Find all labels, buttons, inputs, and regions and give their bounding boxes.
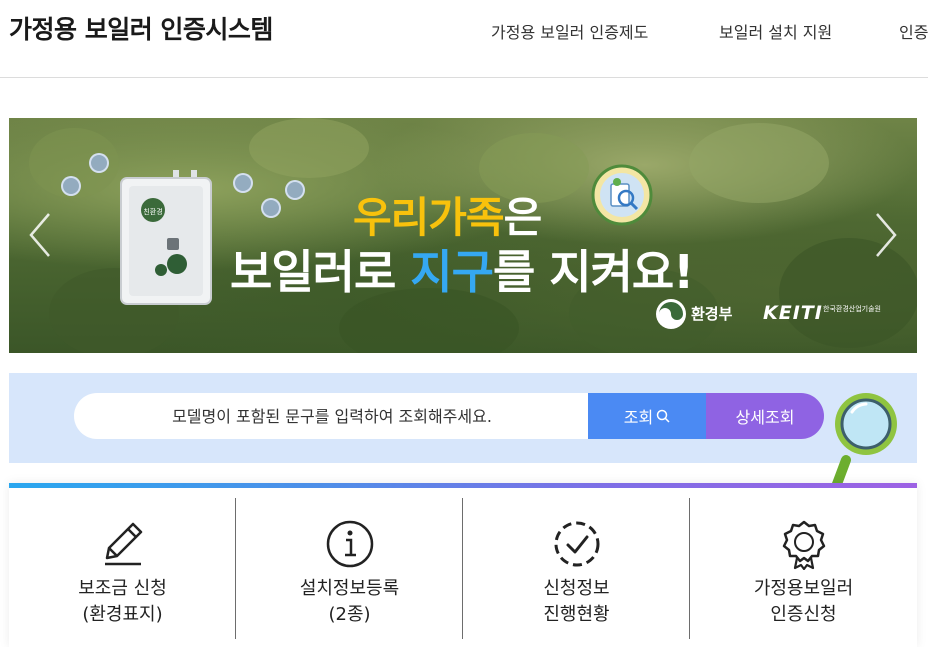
service-label-line2: (2종) <box>328 604 371 625</box>
pencil-icon <box>105 522 143 566</box>
search-button[interactable]: 조회 <box>588 393 706 439</box>
progress-check-icon <box>554 521 600 567</box>
search-box[interactable] <box>74 393 590 439</box>
service-subsidy-application[interactable]: 보조금 신청 (환경표지) <box>9 488 236 647</box>
nav-item-certification-system[interactable]: 가정용 보일러 인증제도 <box>491 19 648 43</box>
nav-item-installation-support[interactable]: 보일러 설치 지원 <box>719 19 832 43</box>
service-label-line1: 가정용보일러 <box>753 578 854 599</box>
ministry-of-environment-logo: 환경부 <box>655 298 732 329</box>
headline-text: 은 <box>503 193 543 242</box>
moe-emblem-icon <box>656 299 686 329</box>
service-label: 설치정보등록 (2종) <box>236 576 463 628</box>
nav-item-certification[interactable]: 인증 <box>899 19 928 43</box>
service-label-line1: 보조금 신청 <box>78 578 167 599</box>
service-label-line1: 신청정보 <box>543 578 610 599</box>
boiler-illustration: 친환경 <box>120 170 212 305</box>
search-icon <box>656 409 670 423</box>
banner-next-arrow[interactable] <box>873 210 899 260</box>
magnifier-icon <box>829 393 897 497</box>
banner-headline-line2: 보일러로 지구를 지켜요! <box>230 236 694 302</box>
keiti-logo-subtext: 한국환경산업기술원 <box>823 305 881 313</box>
detail-search-button[interactable]: 상세조회 <box>706 393 824 439</box>
search-input[interactable] <box>74 393 590 439</box>
bubble-icon <box>285 180 305 200</box>
service-installation-registration[interactable]: 설치정보등록 (2종) <box>236 488 463 647</box>
service-boiler-certification[interactable]: 가정용보일러 인증신청 <box>690 488 917 647</box>
service-label-line2: 진행현황 <box>543 604 610 625</box>
headline-highlight-family: 우리가족 <box>353 193 505 242</box>
service-label: 신청정보 진행현황 <box>463 576 690 628</box>
keiti-logo: KEITI 한국환경산업기술원 <box>763 302 881 324</box>
service-application-status[interactable]: 신청정보 진행현황 <box>463 488 690 647</box>
service-label-line2: 인증신청 <box>770 604 837 625</box>
bubble-icon <box>233 173 253 193</box>
site-title[interactable]: 가정용 보일러 인증시스템 <box>9 10 273 46</box>
bubble-icon <box>261 198 281 218</box>
service-label: 가정용보일러 인증신청 <box>690 576 917 628</box>
service-label: 보조금 신청 (환경표지) <box>9 576 236 628</box>
site-header: 가정용 보일러 인증시스템 가정용 보일러 인증제도 보일러 설치 지원 인증 <box>0 0 928 78</box>
service-label-line1: 설치정보등록 <box>299 578 400 599</box>
info-icon <box>326 520 374 568</box>
headline-text: 보일러로 <box>230 245 411 299</box>
header-inner: 가정용 보일러 인증시스템 가정용 보일러 인증제도 보일러 설치 지원 인증 <box>0 0 928 78</box>
award-icon <box>782 520 826 570</box>
banner-prev-arrow[interactable] <box>27 210 53 260</box>
bubble-icon <box>61 176 81 196</box>
moe-logo-text: 환경부 <box>691 305 733 323</box>
quick-services: 보조금 신청 (환경표지) 설치정보등록 (2종) 신청정보 진행현황 가정용보… <box>9 483 917 647</box>
headline-highlight-earth: 지구 <box>410 245 494 299</box>
svg-text:친환경: 친환경 <box>143 207 162 216</box>
bubble-icon <box>89 153 109 173</box>
tree-canopy <box>689 123 829 203</box>
service-label-line2: (환경표지) <box>82 604 163 625</box>
keiti-logo-text: KEITI <box>763 302 823 324</box>
certification-badge-icon <box>591 164 653 226</box>
tree-canopy <box>249 118 369 178</box>
search-panel: 조회 상세조회 <box>9 373 917 463</box>
headline-text: 를 지켜요! <box>492 245 694 299</box>
hero-banner[interactable]: 친환경 우리가족은 보일러로 지구를 지켜요! 환경부 KEITI 한국환경산업… <box>9 118 917 353</box>
search-button-label: 조회 <box>623 408 654 427</box>
